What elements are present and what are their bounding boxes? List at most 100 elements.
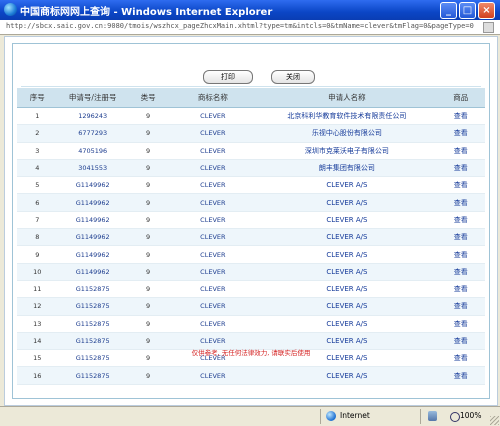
view-goods-link[interactable]: 查看	[436, 280, 485, 299]
window-titlebar: 中国商标网网上查询 - Windows Internet Explorer _ …	[0, 0, 500, 20]
table-row: 3 4705196 9 CLEVER 深圳市克莱沃电子有限公司 查看	[17, 142, 485, 160]
table-row: 2 6777293 9 CLEVER 乐视中心股份有限公司 查看	[17, 124, 485, 143]
page-viewport: 打印 关闭 序号 申请号/注册号 类号 商标名称 申请人名称 商品 1 12962…	[4, 36, 498, 406]
trademark-name: CLEVER	[168, 297, 258, 316]
table-row: 7 G1149962 9 CLEVER CLEVER A/S 查看	[17, 211, 485, 230]
class-number: 9	[127, 280, 169, 299]
table-header-row: 序号 申请号/注册号 类号 商标名称 申请人名称 商品	[17, 88, 485, 108]
disclaimer-notice: 仅供参考, 无任何法律效力, 请联实后使用	[191, 349, 311, 357]
row-number: 6	[17, 193, 58, 212]
registration-number: G1149962	[57, 245, 128, 264]
row-number: 7	[17, 211, 58, 230]
registration-number: G1149962	[57, 176, 128, 195]
row-number: 8	[17, 228, 58, 247]
status-bar: Internet 100%	[0, 406, 500, 426]
trademark-name: CLEVER	[168, 263, 258, 281]
row-number: 12	[17, 297, 58, 316]
view-goods-link[interactable]: 查看	[436, 107, 485, 126]
table-row: 11 G1152875 9 CLEVER CLEVER A/S 查看	[17, 280, 485, 299]
ie-logo-icon	[4, 3, 17, 16]
zoom-icon[interactable]	[450, 412, 460, 422]
applicant-name: 北京科利华教育软件技术有限责任公司	[257, 107, 437, 126]
table-row: 1 1296243 9 CLEVER 北京科利华教育软件技术有限责任公司 查看	[17, 107, 485, 126]
view-goods-link[interactable]: 查看	[436, 142, 485, 160]
applicant-name: CLEVER A/S	[257, 176, 437, 195]
security-zone-label: Internet	[340, 411, 370, 420]
view-goods-link[interactable]: 查看	[436, 366, 485, 385]
registration-number: G1149962	[57, 193, 128, 212]
col-header-goods: 商品	[436, 88, 485, 108]
zoom-level[interactable]: 100%	[460, 411, 481, 420]
security-icon[interactable]	[428, 411, 437, 421]
view-goods-link[interactable]: 查看	[436, 315, 485, 333]
view-goods-link[interactable]: 查看	[436, 245, 485, 264]
results-panel: 打印 关闭 序号 申请号/注册号 类号 商标名称 申请人名称 商品 1 12962…	[12, 43, 490, 399]
class-number: 9	[127, 107, 169, 126]
resize-grip[interactable]	[490, 416, 499, 425]
table-row: 6 G1149962 9 CLEVER CLEVER A/S 查看	[17, 193, 485, 212]
row-number: 10	[17, 263, 58, 281]
row-number: 5	[17, 176, 58, 195]
registration-number: G1149962	[57, 211, 128, 230]
applicant-name: 朗丰集团有限公司	[257, 159, 437, 178]
row-number: 3	[17, 142, 58, 160]
close-window-button[interactable]: ×	[478, 2, 495, 19]
applicant-name: 乐视中心股份有限公司	[257, 124, 437, 143]
class-number: 9	[127, 193, 169, 212]
row-number: 1	[17, 107, 58, 126]
applicant-name: CLEVER A/S	[257, 211, 437, 230]
view-goods-link[interactable]: 查看	[436, 124, 485, 143]
col-header-applicant: 申请人名称	[257, 88, 437, 108]
row-number: 13	[17, 315, 58, 333]
trademark-name: CLEVER	[168, 124, 258, 143]
col-header-number: 序号	[17, 88, 58, 108]
maximize-button[interactable]: □	[459, 2, 476, 19]
registration-number: G1149962	[57, 263, 128, 281]
page-icon	[483, 22, 494, 33]
class-number: 9	[127, 297, 169, 316]
class-number: 9	[127, 263, 169, 281]
registration-number: G1149962	[57, 228, 128, 247]
registration-number: G1152875	[57, 366, 128, 385]
applicant-name: CLEVER A/S	[257, 315, 437, 333]
close-button[interactable]: 关闭	[271, 70, 315, 84]
view-goods-link[interactable]: 查看	[436, 159, 485, 178]
view-goods-link[interactable]: 查看	[436, 297, 485, 316]
table-row: 5 G1149962 9 CLEVER CLEVER A/S 查看	[17, 176, 485, 195]
view-goods-link[interactable]: 查看	[436, 263, 485, 281]
trademark-name: CLEVER	[168, 142, 258, 160]
class-number: 9	[127, 366, 169, 385]
view-goods-link[interactable]: 查看	[436, 211, 485, 230]
url-text[interactable]: http://sbcx.saic.gov.cn:9080/tmois/wszhc…	[6, 22, 474, 30]
row-number: 9	[17, 245, 58, 264]
registration-number: 1296243	[57, 107, 128, 126]
ie-globe-icon	[326, 411, 336, 421]
trademark-name: CLEVER	[168, 107, 258, 126]
registration-number: G1152875	[57, 280, 128, 299]
table-row: 12 G1152875 9 CLEVER CLEVER A/S 查看	[17, 297, 485, 316]
print-button[interactable]: 打印	[203, 70, 253, 84]
trademark-name: CLEVER	[168, 193, 258, 212]
window-title: 中国商标网网上查询 - Windows Internet Explorer	[20, 7, 273, 18]
applicant-name: CLEVER A/S	[257, 228, 437, 247]
view-goods-link[interactable]: 查看	[436, 193, 485, 212]
trademark-name: CLEVER	[168, 280, 258, 299]
class-number: 9	[127, 245, 169, 264]
address-bar[interactable]: http://sbcx.saic.gov.cn:9080/tmois/wszhc…	[0, 20, 500, 35]
class-number: 9	[127, 124, 169, 143]
action-toolbar: 打印 关闭	[21, 64, 481, 87]
class-number: 9	[127, 159, 169, 178]
row-number: 2	[17, 124, 58, 143]
trademark-name: CLEVER	[168, 366, 258, 385]
trademark-name: CLEVER	[168, 245, 258, 264]
applicant-name: CLEVER A/S	[257, 366, 437, 385]
registration-number: G1152875	[57, 297, 128, 316]
table-row: 4 3041553 9 CLEVER 朗丰集团有限公司 查看	[17, 159, 485, 178]
view-goods-link[interactable]: 查看	[436, 176, 485, 195]
trademark-name: CLEVER	[168, 159, 258, 178]
view-goods-link[interactable]: 查看	[436, 228, 485, 247]
registration-number: 3041553	[57, 159, 128, 178]
table-row: 16 G1152875 9 CLEVER CLEVER A/S 查看	[17, 366, 485, 385]
class-number: 9	[127, 211, 169, 230]
minimize-button[interactable]: _	[440, 2, 457, 19]
